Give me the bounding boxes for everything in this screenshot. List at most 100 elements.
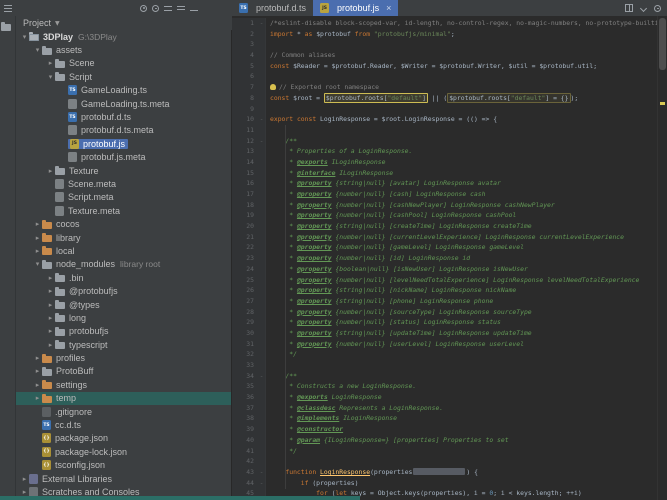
tree-item-profiles[interactable]: ▸profiles <box>16 351 231 364</box>
tree-item-Script[interactable]: ▾ Script <box>16 70 231 83</box>
line-number: 9 <box>232 104 258 115</box>
tree-item-GameLoading.ts.meta[interactable]: GameLoading.ts.meta <box>16 97 231 110</box>
layout-grid-icon[interactable] <box>625 4 633 12</box>
tree-item-assets[interactable]: ▾ assets <box>16 43 231 56</box>
chevron-collapsed-icon[interactable]: ▸ <box>20 475 29 483</box>
chevron-collapsed-icon[interactable]: ▸ <box>46 167 55 175</box>
fold-marker-icon[interactable]: - <box>258 18 266 29</box>
fold-marker-icon[interactable]: - <box>258 371 266 382</box>
excluded-folder-icon <box>42 246 52 255</box>
menu-icon[interactable] <box>4 5 12 12</box>
chevron-collapsed-icon[interactable]: ▸ <box>33 394 42 402</box>
collapse-all-icon[interactable] <box>164 6 172 12</box>
project-panel-header[interactable]: Project ▼ <box>16 16 232 30</box>
tree-item-.bin[interactable]: ▸.bin <box>16 271 231 284</box>
chevron-collapsed-icon[interactable]: ▸ <box>46 301 55 309</box>
tree-item-package.json[interactable]: {}package.json <box>16 432 231 445</box>
chevron-collapsed-icon[interactable]: ▸ <box>33 247 42 255</box>
tree-item-Script.meta[interactable]: Script.meta <box>16 191 231 204</box>
tree-item-temp[interactable]: ▸temp <box>16 392 231 405</box>
chevron-expanded-icon[interactable]: ▾ <box>33 46 42 54</box>
chevron-collapsed-icon[interactable]: ▸ <box>20 488 29 496</box>
line-number: 38 <box>232 413 258 424</box>
project-tree[interactable]: ▾3DPlayG:\3DPlay▾assets▸Scene▾ScriptTSGa… <box>16 30 232 500</box>
tree-item-label: Script <box>69 72 92 82</box>
tree-item-GameLoading.ts[interactable]: TSGameLoading.ts <box>16 84 231 97</box>
tree-item-cocos[interactable]: ▸cocos <box>16 217 231 230</box>
chevron-collapsed-icon[interactable]: ▸ <box>46 314 55 322</box>
tree-item-local[interactable]: ▸local <box>16 244 231 257</box>
chevron-collapsed-icon[interactable]: ▸ <box>33 354 42 362</box>
editor-tab-protobuf.js[interactable]: JSprotobuf.js× <box>313 0 398 16</box>
stripe-mark[interactable] <box>660 102 665 105</box>
tree-item-protobuf.d.ts[interactable]: TSprotobuf.d.ts <box>16 110 231 123</box>
line-number: 12 <box>232 136 258 147</box>
editor-tab-protobuf.d.ts[interactable]: TSprotobuf.d.ts <box>232 0 313 16</box>
line-number: 13 <box>232 146 258 157</box>
tree-item-@types[interactable]: ▸ @types <box>16 298 231 311</box>
chevron-collapsed-icon[interactable]: ▸ <box>46 287 55 295</box>
chevron-expanded-icon[interactable]: ▾ <box>20 33 29 41</box>
expand-all-icon[interactable] <box>177 6 185 12</box>
tree-item-Texture[interactable]: ▸Texture <box>16 164 231 177</box>
tree-item-protobuf.d.ts.meta[interactable]: protobuf.d.ts.meta <box>16 124 231 137</box>
folder-icon <box>55 72 65 81</box>
tree-item-ProtoBuff[interactable]: ▸ProtoBuff <box>16 365 231 378</box>
tree-item-typescript[interactable]: ▸typescript <box>16 338 231 351</box>
tree-item-3DPlay[interactable]: ▾3DPlayG:\3DPlay <box>16 30 231 43</box>
tree-item-label: GameLoading.ts <box>81 85 147 95</box>
fold-marker-icon[interactable]: - <box>258 467 266 478</box>
fold-marker-icon[interactable]: - <box>258 136 266 147</box>
scrollbar-thumb[interactable] <box>659 18 666 70</box>
intention-bulb-icon[interactable] <box>270 84 276 90</box>
chevron-collapsed-icon[interactable]: ▸ <box>33 367 42 375</box>
tree-item-tsconfig.json[interactable]: {}tsconfig.json <box>16 459 231 472</box>
tree-item-settings[interactable]: ▸settings <box>16 378 231 391</box>
code-area[interactable]: 1-/*eslint-disable block-scoped-var, id-… <box>232 16 657 500</box>
tree-item-label: @types <box>69 300 100 310</box>
tree-item-cc.d.ts[interactable]: TScc.d.ts <box>16 418 231 431</box>
chevron-expanded-icon[interactable]: ▾ <box>46 73 55 81</box>
fold-gutter <box>258 232 266 243</box>
meta-file-icon <box>55 192 64 202</box>
editor-scrollbar[interactable] <box>657 16 667 500</box>
code-text <box>266 39 270 50</box>
tree-item-label: assets <box>56 45 82 55</box>
chevron-collapsed-icon[interactable]: ▸ <box>33 220 42 228</box>
close-tab-icon[interactable]: × <box>386 4 391 13</box>
tree-item-Scene.meta[interactable]: Scene.meta <box>16 177 231 190</box>
chevron-down-icon[interactable] <box>640 4 647 11</box>
project-tool-icon[interactable] <box>1 22 11 31</box>
tree-item-protobufjs[interactable]: ▸protobufjs <box>16 325 231 338</box>
fold-marker-icon[interactable]: - <box>258 114 266 125</box>
tree-item-Texture.meta[interactable]: Texture.meta <box>16 204 231 217</box>
tree-item-package-lock.json[interactable]: {}package-lock.json <box>16 445 231 458</box>
fold-marker-icon[interactable]: - <box>258 478 266 489</box>
chevron-collapsed-icon[interactable]: ▸ <box>33 381 42 389</box>
settings-gear-icon[interactable] <box>152 5 159 12</box>
tree-item-Scene[interactable]: ▸Scene <box>16 57 231 70</box>
chevron-collapsed-icon[interactable]: ▸ <box>46 274 55 282</box>
tree-item-long[interactable]: ▸long <box>16 311 231 324</box>
hide-panel-icon[interactable] <box>190 10 198 11</box>
fold-gutter <box>258 104 266 115</box>
code-line-19: 19 * @property {number|null} [cashPool] … <box>232 210 657 221</box>
tree-item-@protobufjs[interactable]: ▸@protobufjs <box>16 284 231 297</box>
tree-item-node_modules[interactable]: ▾node_moduleslibrary root <box>16 258 231 271</box>
chevron-collapsed-icon[interactable]: ▸ <box>33 234 42 242</box>
tree-item-protobuf.js.meta[interactable]: protobuf.js.meta <box>16 151 231 164</box>
chevron-collapsed-icon[interactable]: ▸ <box>46 341 55 349</box>
tree-item-label: protobuf.js.meta <box>81 152 146 162</box>
tree-item-protobuf.js[interactable]: JSprotobuf.js <box>16 137 231 150</box>
chevron-collapsed-icon[interactable]: ▸ <box>46 59 55 67</box>
tree-item-.gitignore[interactable]: .gitignore <box>16 405 231 418</box>
chevron-collapsed-icon[interactable]: ▸ <box>46 327 55 335</box>
code-text <box>266 125 270 136</box>
horizontal-scrollbar[interactable] <box>0 496 360 500</box>
chevron-expanded-icon[interactable]: ▾ <box>33 260 42 268</box>
tree-item-library[interactable]: ▸library <box>16 231 231 244</box>
code-text: * @property {number|null} [userLevel] Lo… <box>266 339 524 350</box>
tree-item-External Libraries[interactable]: ▸External Libraries <box>16 472 231 485</box>
settings-gear-icon[interactable] <box>654 5 661 12</box>
locate-icon[interactable] <box>140 5 147 12</box>
